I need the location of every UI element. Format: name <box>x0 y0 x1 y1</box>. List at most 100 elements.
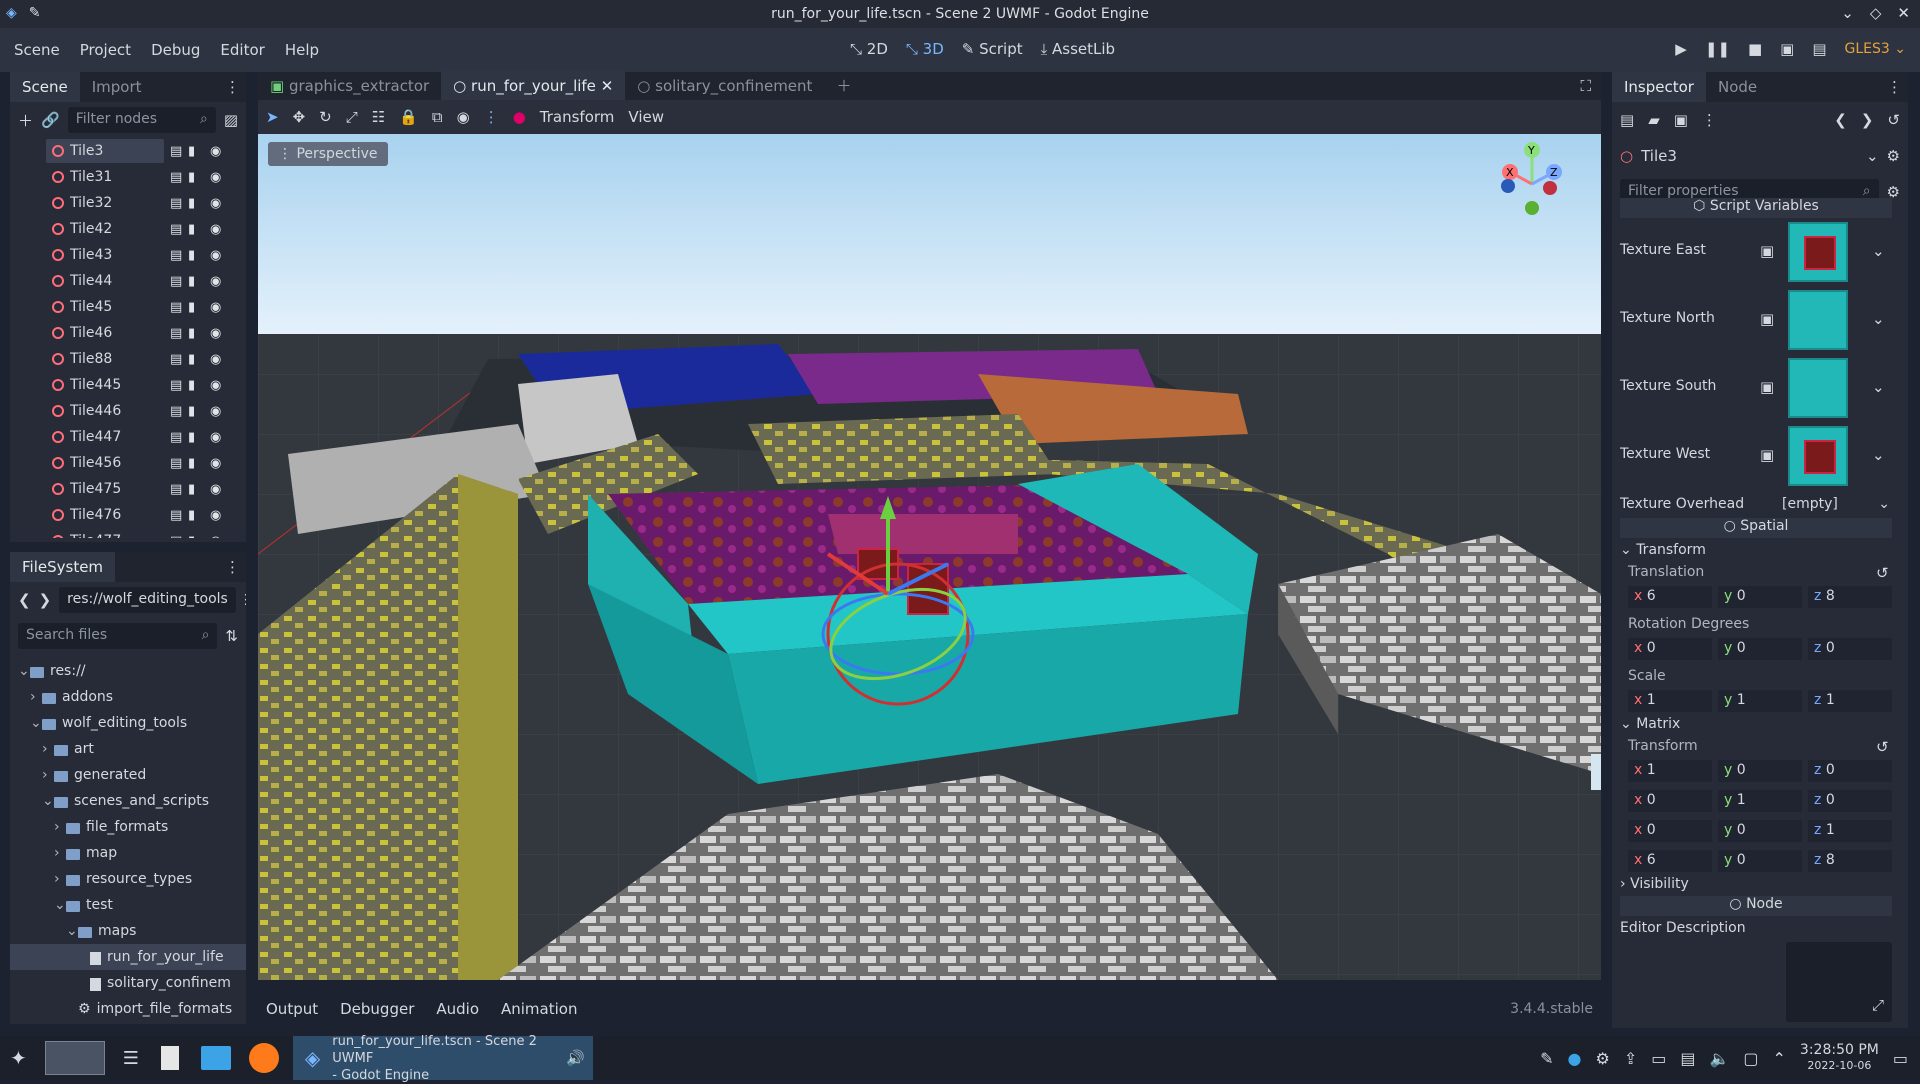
vector-x-field[interactable]: x 1 <box>1628 690 1712 712</box>
play-icon[interactable]: ▶ <box>1675 40 1687 58</box>
visibility-eye-icon[interactable]: ◉ <box>210 534 221 539</box>
split-view-icon[interactable]: ☰ <box>244 591 246 609</box>
chevron-icon[interactable]: ⌄ <box>18 663 30 679</box>
chevron-icon[interactable]: ⌄ <box>30 715 42 731</box>
resource-menu-icon[interactable]: ⋮ <box>1702 111 1717 129</box>
tab-node[interactable]: Node <box>1706 72 1769 102</box>
script-icon[interactable]: ▤ <box>170 144 182 159</box>
group-icon[interactable]: ▮ <box>188 534 195 539</box>
group-icon[interactable]: ▮ <box>188 482 195 497</box>
3d-viewport[interactable]: ⋮ Perspective Y X Z <box>258 134 1601 980</box>
group-icon[interactable]: ▮ <box>188 196 195 211</box>
menu-project[interactable]: Project <box>80 41 131 59</box>
group-icon[interactable]: ▮ <box>188 508 195 523</box>
scene-tree-item[interactable]: Tile476 ▤ ▮ ◉ <box>10 502 246 528</box>
visibility-eye-icon[interactable]: ◉ <box>210 170 221 185</box>
visibility-eye-icon[interactable]: ◉ <box>210 144 221 159</box>
dock-menu-icon[interactable]: ⋮ <box>225 78 246 96</box>
scene-tree-item[interactable]: Tile31 ▤ ▮ ◉ <box>10 164 246 190</box>
file-tree-item[interactable]: ⌄ maps <box>10 918 246 944</box>
view-menu[interactable]: View <box>628 108 664 126</box>
minimize-icon[interactable]: ⌄ <box>1841 4 1854 22</box>
scene-tree-item[interactable]: Tile88 ▤ ▮ ◉ <box>10 346 246 372</box>
menu-debug[interactable]: Debug <box>151 41 200 59</box>
texture-preview[interactable] <box>1788 222 1848 282</box>
tab-debugger[interactable]: Debugger <box>340 1000 414 1018</box>
new-tab-icon[interactable]: ＋ <box>824 71 863 101</box>
script-icon[interactable]: ▤ <box>170 378 182 393</box>
vector-z-field[interactable]: z 0 <box>1808 760 1892 782</box>
tab-audio[interactable]: Audio <box>436 1000 479 1018</box>
tray-expand-icon[interactable]: ⌃ <box>1773 1049 1786 1068</box>
tab-scene[interactable]: Scene <box>10 72 80 102</box>
play-custom-icon[interactable]: ▤ <box>1812 40 1826 58</box>
tab-inspector[interactable]: Inspector <box>1612 72 1706 102</box>
mode-3d-button[interactable]: ⤡ 3D <box>906 40 944 58</box>
document-icon[interactable] <box>160 1046 179 1070</box>
app-launcher-icon[interactable]: ✦ <box>10 1046 27 1070</box>
tab-graphics-extractor[interactable]: ▣ graphics_extractor <box>258 71 441 101</box>
renderer-select[interactable]: GLES3 ⌄ <box>1845 41 1906 57</box>
script-icon[interactable]: ▤ <box>170 352 182 367</box>
group-icon[interactable]: ▮ <box>188 274 195 289</box>
vector-y-field[interactable]: y 0 <box>1718 850 1802 872</box>
network-icon[interactable]: ▢ <box>1743 1049 1758 1068</box>
texture-overhead-value[interactable]: [empty] ⌄ <box>1782 496 1890 512</box>
texture-preview[interactable] <box>1788 426 1848 486</box>
stop-icon[interactable]: ■ <box>1748 40 1762 58</box>
vector-x-field[interactable]: x 6 <box>1628 586 1712 608</box>
pause-icon[interactable]: ❚❚ <box>1705 40 1730 58</box>
chevron-icon[interactable]: › <box>54 819 66 835</box>
vector-y-field[interactable]: y 1 <box>1718 790 1802 812</box>
scene-tree-item[interactable]: Tile43 ▤ ▮ ◉ <box>10 242 246 268</box>
group-icon[interactable]: ▮ <box>188 404 195 419</box>
group-icon[interactable]: ▮ <box>188 430 195 445</box>
script-icon[interactable]: ▤ <box>170 196 182 211</box>
vector-z-field[interactable]: z 1 <box>1808 690 1892 712</box>
group-icon[interactable]: ⧉ <box>432 108 443 126</box>
scene-tree-item[interactable]: Tile44 ▤ ▮ ◉ <box>10 268 246 294</box>
vector-x-field[interactable]: x 0 <box>1628 638 1712 660</box>
script-icon[interactable]: ▤ <box>170 508 182 523</box>
scene-tree-item[interactable]: Tile45 ▤ ▮ ◉ <box>10 294 246 320</box>
orientation-gizmo[interactable]: Y X Z <box>1480 140 1590 224</box>
vector-x-field[interactable]: x 6 <box>1628 850 1712 872</box>
file-tree-item[interactable]: ⌄ res:// <box>10 658 246 684</box>
vector-z-field[interactable]: z 0 <box>1808 638 1892 660</box>
file-tree-item[interactable]: › map <box>10 840 246 866</box>
group-icon[interactable]: ▮ <box>188 352 195 367</box>
matrix-group[interactable]: ⌄ Matrix <box>1620 716 1680 732</box>
visibility-eye-icon[interactable]: ◉ <box>210 222 221 237</box>
vector-y-field[interactable]: y 1 <box>1718 690 1802 712</box>
scene-render[interactable] <box>258 134 1601 980</box>
node-header[interactable]: ○ Node <box>1620 896 1892 916</box>
group-icon[interactable]: ▮ <box>188 378 195 393</box>
visibility-eye-icon[interactable]: ◉ <box>210 482 221 497</box>
volume-icon[interactable]: 🔈 <box>1709 1049 1729 1068</box>
inspector-menu-icon[interactable]: ⋮ <box>1887 78 1908 96</box>
save-resource-icon[interactable]: ▣ <box>1674 111 1688 129</box>
tab-output[interactable]: Output <box>266 1000 318 1018</box>
group-icon[interactable]: ▮ <box>188 456 195 471</box>
spatial-header[interactable]: ○ Spatial <box>1620 518 1892 538</box>
link-icon[interactable]: 🔗 <box>41 111 60 129</box>
tab-filesystem[interactable]: FileSystem <box>10 552 116 582</box>
visibility-eye-icon[interactable]: ◉ <box>210 456 221 471</box>
scene-tree-item[interactable]: Tile475 ▤ ▮ ◉ <box>10 476 246 502</box>
close-tab-icon[interactable]: ✕ <box>601 77 614 95</box>
filter-nodes-input[interactable]: Filter nodes ⌕ <box>67 107 216 133</box>
vector-z-field[interactable]: z 0 <box>1808 790 1892 812</box>
sort-icon[interactable]: ⇅ <box>225 627 238 645</box>
menu-help[interactable]: Help <box>285 41 319 59</box>
script-icon[interactable]: ▤ <box>170 274 182 289</box>
tab-import[interactable]: Import <box>80 72 154 102</box>
vector-x-field[interactable]: x 0 <box>1628 790 1712 812</box>
pager-widget[interactable] <box>44 1041 105 1075</box>
forward-icon[interactable]: ❯ <box>39 591 52 609</box>
chevron-icon[interactable]: › <box>54 871 66 887</box>
chevron-icon[interactable]: › <box>54 845 66 861</box>
chevron-icon[interactable]: › <box>42 741 54 757</box>
chevron-down-icon[interactable]: ⌄ <box>1872 446 1885 464</box>
history-forward-icon[interactable]: ❯ <box>1861 111 1874 129</box>
show-desktop-icon[interactable]: ▭ <box>1893 1049 1908 1068</box>
